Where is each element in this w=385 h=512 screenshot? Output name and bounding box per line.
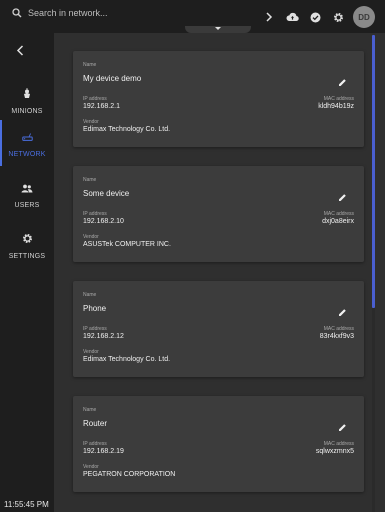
caret-down-icon xyxy=(215,27,221,30)
vendor-label: Vendor xyxy=(83,234,99,240)
scrollbar-thumb[interactable] xyxy=(372,35,375,308)
ip-value: 192.168.2.1 xyxy=(83,103,120,110)
edit-pencil-icon[interactable] xyxy=(338,189,347,207)
device-card: Name Some device IP address 192.168.2.10… xyxy=(73,166,364,262)
mac-label: MAC address xyxy=(323,211,354,217)
mac-value: sqlwxzmnx5 xyxy=(315,448,354,455)
name-label: Name xyxy=(83,177,97,183)
sidebar-item-users[interactable]: USERS xyxy=(0,171,54,217)
sidebar-item-network[interactable]: NETWORK xyxy=(0,120,54,166)
device-name: Phone xyxy=(83,304,107,313)
mac-label: MAC address xyxy=(323,326,354,332)
name-label: Name xyxy=(83,292,97,298)
ip-label: IP address xyxy=(83,441,107,447)
sidebar-item-label: MINIONS xyxy=(11,107,43,115)
cloud-upload-icon[interactable] xyxy=(284,9,300,25)
ip-label: IP address xyxy=(83,96,107,102)
edit-pencil-icon[interactable] xyxy=(338,304,347,322)
users-icon xyxy=(21,180,33,198)
sidebar: MINIONS NETWORK USERS SETTINGS 11:55:45 … xyxy=(0,33,54,512)
ip-label: IP address xyxy=(83,211,107,217)
mac-value: 83r4kxf9v3 xyxy=(319,333,354,340)
device-name: My device demo xyxy=(83,74,142,83)
sidebar-item-label: SETTINGS xyxy=(8,252,46,260)
mac-value: dxj0a8eirx xyxy=(322,218,354,225)
search-input[interactable] xyxy=(28,8,228,18)
name-label: Name xyxy=(83,62,97,68)
network-icon xyxy=(21,129,33,147)
check-circle-icon[interactable] xyxy=(307,9,323,25)
gear-icon xyxy=(22,231,33,249)
sidebar-item-settings[interactable]: SETTINGS xyxy=(0,222,54,268)
sidebar-item-minions[interactable]: MINIONS xyxy=(0,77,54,123)
ip-value: 192.168.2.19 xyxy=(83,448,124,455)
sidebar-item-label: NETWORK xyxy=(8,150,46,158)
ip-value: 192.168.2.10 xyxy=(83,218,124,225)
device-name: Router xyxy=(83,419,108,428)
vendor-label: Vendor xyxy=(83,119,99,125)
vendor-label: Vendor xyxy=(83,464,99,470)
minion-icon xyxy=(22,86,32,104)
name-label: Name xyxy=(83,407,97,413)
vendor-value: PEGATRON CORPORATION xyxy=(83,471,176,478)
search-icon xyxy=(12,8,22,18)
clock: 11:55:45 PM xyxy=(4,500,49,509)
edit-pencil-icon[interactable] xyxy=(338,74,347,92)
ip-value: 192.168.2.12 xyxy=(83,333,124,340)
device-card: Name My device demo IP address 192.168.2… xyxy=(73,51,364,147)
search-box[interactable] xyxy=(12,8,228,18)
scrollbar[interactable] xyxy=(372,35,375,512)
vendor-value: Edimax Technology Co. Ltd. xyxy=(83,126,171,133)
avatar[interactable]: DD xyxy=(353,6,375,28)
vendor-value: Edimax Technology Co. Ltd. xyxy=(83,356,171,363)
device-name: Some device xyxy=(83,189,130,198)
device-card: Name Router IP address 192.168.2.19 MAC … xyxy=(73,396,364,492)
mac-label: MAC address xyxy=(323,96,354,102)
dropdown-toggle[interactable] xyxy=(185,26,251,33)
back-arrow-icon[interactable] xyxy=(16,43,25,61)
chevron-right-icon[interactable] xyxy=(261,9,277,25)
ip-label: IP address xyxy=(83,326,107,332)
sidebar-item-label: USERS xyxy=(14,201,40,209)
edit-pencil-icon[interactable] xyxy=(338,419,347,437)
mac-value: kldh94b19z xyxy=(318,103,354,110)
device-card: Name Phone IP address 192.168.2.12 MAC a… xyxy=(73,281,364,377)
mac-label: MAC address xyxy=(323,441,354,447)
top-bar: DD xyxy=(0,0,385,33)
gear-icon[interactable] xyxy=(330,9,346,25)
vendor-label: Vendor xyxy=(83,349,99,355)
vendor-value: ASUSTek COMPUTER INC. xyxy=(83,241,171,248)
